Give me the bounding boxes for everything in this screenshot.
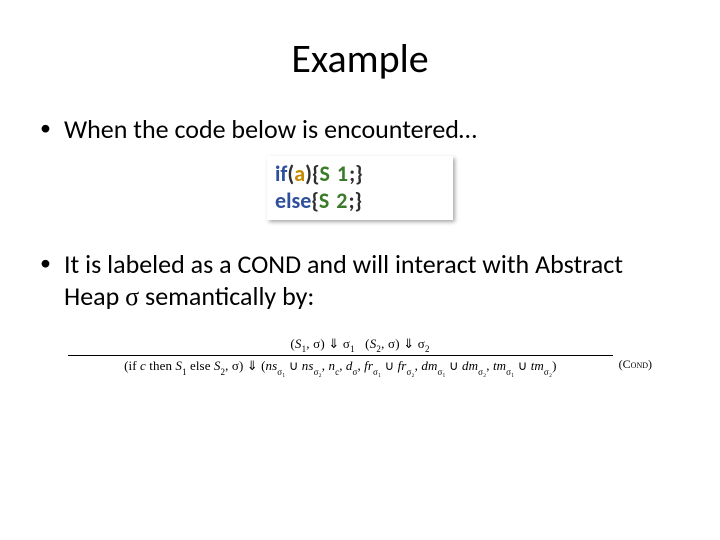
slide-title: Example <box>40 34 680 83</box>
bullet-dot: • <box>40 113 64 146</box>
kw-if: if <box>275 160 287 187</box>
code-line-2: else { S 2 ; } <box>275 187 445 214</box>
bullet-2: • It is labeled as a COND and will inter… <box>40 248 680 314</box>
inference-rule: (S1, σ) ⇓ σ1 (S2, σ) ⇓ σ2 (if c then S1 … <box>68 336 652 376</box>
stmt-s1: S 1 <box>320 160 350 187</box>
lparen: ( <box>287 160 294 187</box>
var-a: a <box>294 160 305 187</box>
sigma: σ <box>125 282 139 311</box>
stmt-s2: S 2 <box>319 187 349 214</box>
rule-premises: (S1, σ) ⇓ σ1 (S2, σ) ⇓ σ2 <box>68 336 652 356</box>
bullet-2-text: It is labeled as a COND and will interac… <box>64 248 680 314</box>
code-box: if ( a ) { S 1 ; } else { S 2 ; } <box>267 156 453 220</box>
slide: Example • When the code below is encount… <box>0 0 720 540</box>
bullet-1-text: When the code below is encountered… <box>64 113 680 146</box>
rparen: ) <box>305 160 312 187</box>
rbrace: } <box>355 160 363 187</box>
code-line-1: if ( a ) { S 1 ; } <box>275 160 445 187</box>
rule-name: (Cond) <box>613 355 652 372</box>
rule-conclusion: (if c then S1 else S2, σ) ⇓ (nsσ₁ ∪ nsσ₂… <box>68 356 613 376</box>
lbrace: { <box>311 187 319 214</box>
bullet-dot: • <box>40 248 64 314</box>
rule-name-text: Cond <box>623 357 648 371</box>
kw-else: else <box>275 187 311 214</box>
lbrace: { <box>312 160 320 187</box>
bullet-1: • When the code below is encountered… <box>40 113 680 146</box>
b2-post: semantically by: <box>139 280 314 312</box>
rule-conclusion-row: (if c then S1 else S2, σ) ⇓ (nsσ₁ ∪ nsσ₂… <box>68 355 652 376</box>
rbrace: } <box>355 187 363 214</box>
